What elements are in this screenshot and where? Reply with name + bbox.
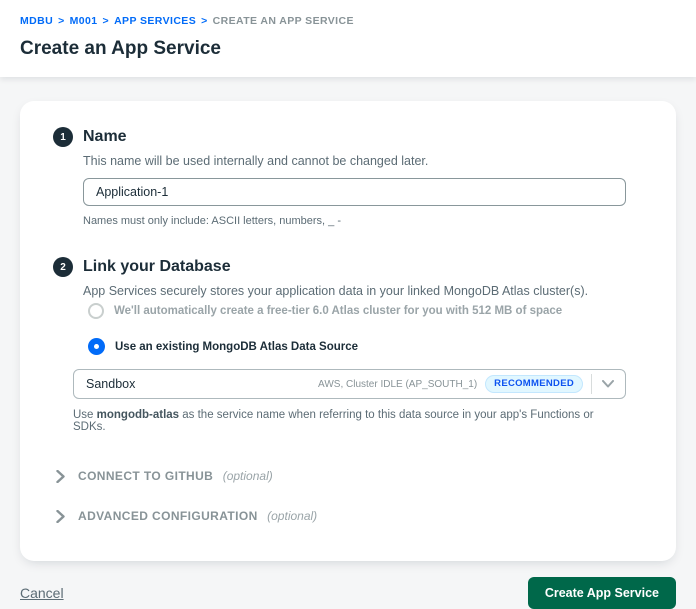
breadcrumb-link-m001[interactable]: M001 [70,15,98,27]
database-section-title: Link your Database [83,258,231,275]
recommended-badge: RECOMMENDED [485,374,583,394]
breadcrumb-separator: > [201,15,208,27]
step-1-badge: 1 [53,127,73,147]
database-section: 2 Link your Database App Services secure… [53,257,626,433]
radio-free-tier-cluster[interactable]: We'll automatically create a free-tier 6… [88,303,626,319]
breadcrumb-separator: > [102,15,110,27]
create-app-service-button[interactable]: Create App Service [527,577,676,609]
radio-selected-icon[interactable] [88,338,105,355]
data-source-select[interactable]: Sandbox AWS, Cluster IDLE (AP_SOUTH_1) R… [73,369,626,399]
name-input-helper: Names must only include: ASCII letters, … [83,215,341,227]
step-2-badge: 2 [53,257,73,277]
radio-unselected-icon[interactable] [88,303,104,319]
data-source-helper: Use mongodb-atlas as the service name wh… [73,409,594,433]
cancel-link[interactable]: Cancel [20,585,64,601]
advanced-configuration-label: ADVANCED CONFIGURATION [78,509,258,523]
connect-to-github-optional: (optional) [222,469,273,483]
advanced-configuration-optional: (optional) [267,509,318,523]
breadcrumb-link-mdbu[interactable]: MDBU [20,15,53,27]
breadcrumb-separator: > [58,15,65,27]
breadcrumb-link-app-services[interactable]: APP SERVICES [114,15,196,27]
connect-to-github-toggle[interactable]: CONNECT TO GITHUB (optional) [56,467,626,485]
radio-existing-label: Use an existing MongoDB Atlas Data Sourc… [115,340,359,353]
page-title: Create an App Service [20,38,221,59]
data-source-selected-value: Sandbox [86,377,136,391]
chevron-right-icon[interactable] [56,509,65,523]
database-section-description: App Services securely stores your applic… [83,284,589,298]
name-section-description: This name will be used internally and ca… [83,154,429,168]
name-section-title: Name [83,128,127,145]
create-app-service-card: 1 Name This name will be used internally… [20,101,676,561]
radio-existing-data-source[interactable]: Use an existing MongoDB Atlas Data Sourc… [88,338,626,355]
advanced-configuration-toggle[interactable]: ADVANCED CONFIGURATION (optional) [56,507,626,525]
name-section: 1 Name This name will be used internally… [53,127,626,227]
chevron-down-icon[interactable] [600,380,616,388]
footer-actions: Cancel Create App Service [0,561,696,609]
data-source-meta: AWS, Cluster IDLE (AP_SOUTH_1) [318,378,478,390]
breadcrumb-current: CREATE AN APP SERVICE [212,15,354,27]
radio-free-tier-label: We'll automatically create a free-tier 6… [114,305,563,317]
app-name-input[interactable] [83,178,626,206]
connect-to-github-label: CONNECT TO GITHUB [78,469,214,483]
breadcrumb: MDBU > M001 > APP SERVICES > CREATE AN A… [20,15,676,27]
select-divider [591,374,592,394]
page-header: MDBU > M001 > APP SERVICES > CREATE AN A… [0,0,696,77]
chevron-right-icon[interactable] [56,469,65,483]
